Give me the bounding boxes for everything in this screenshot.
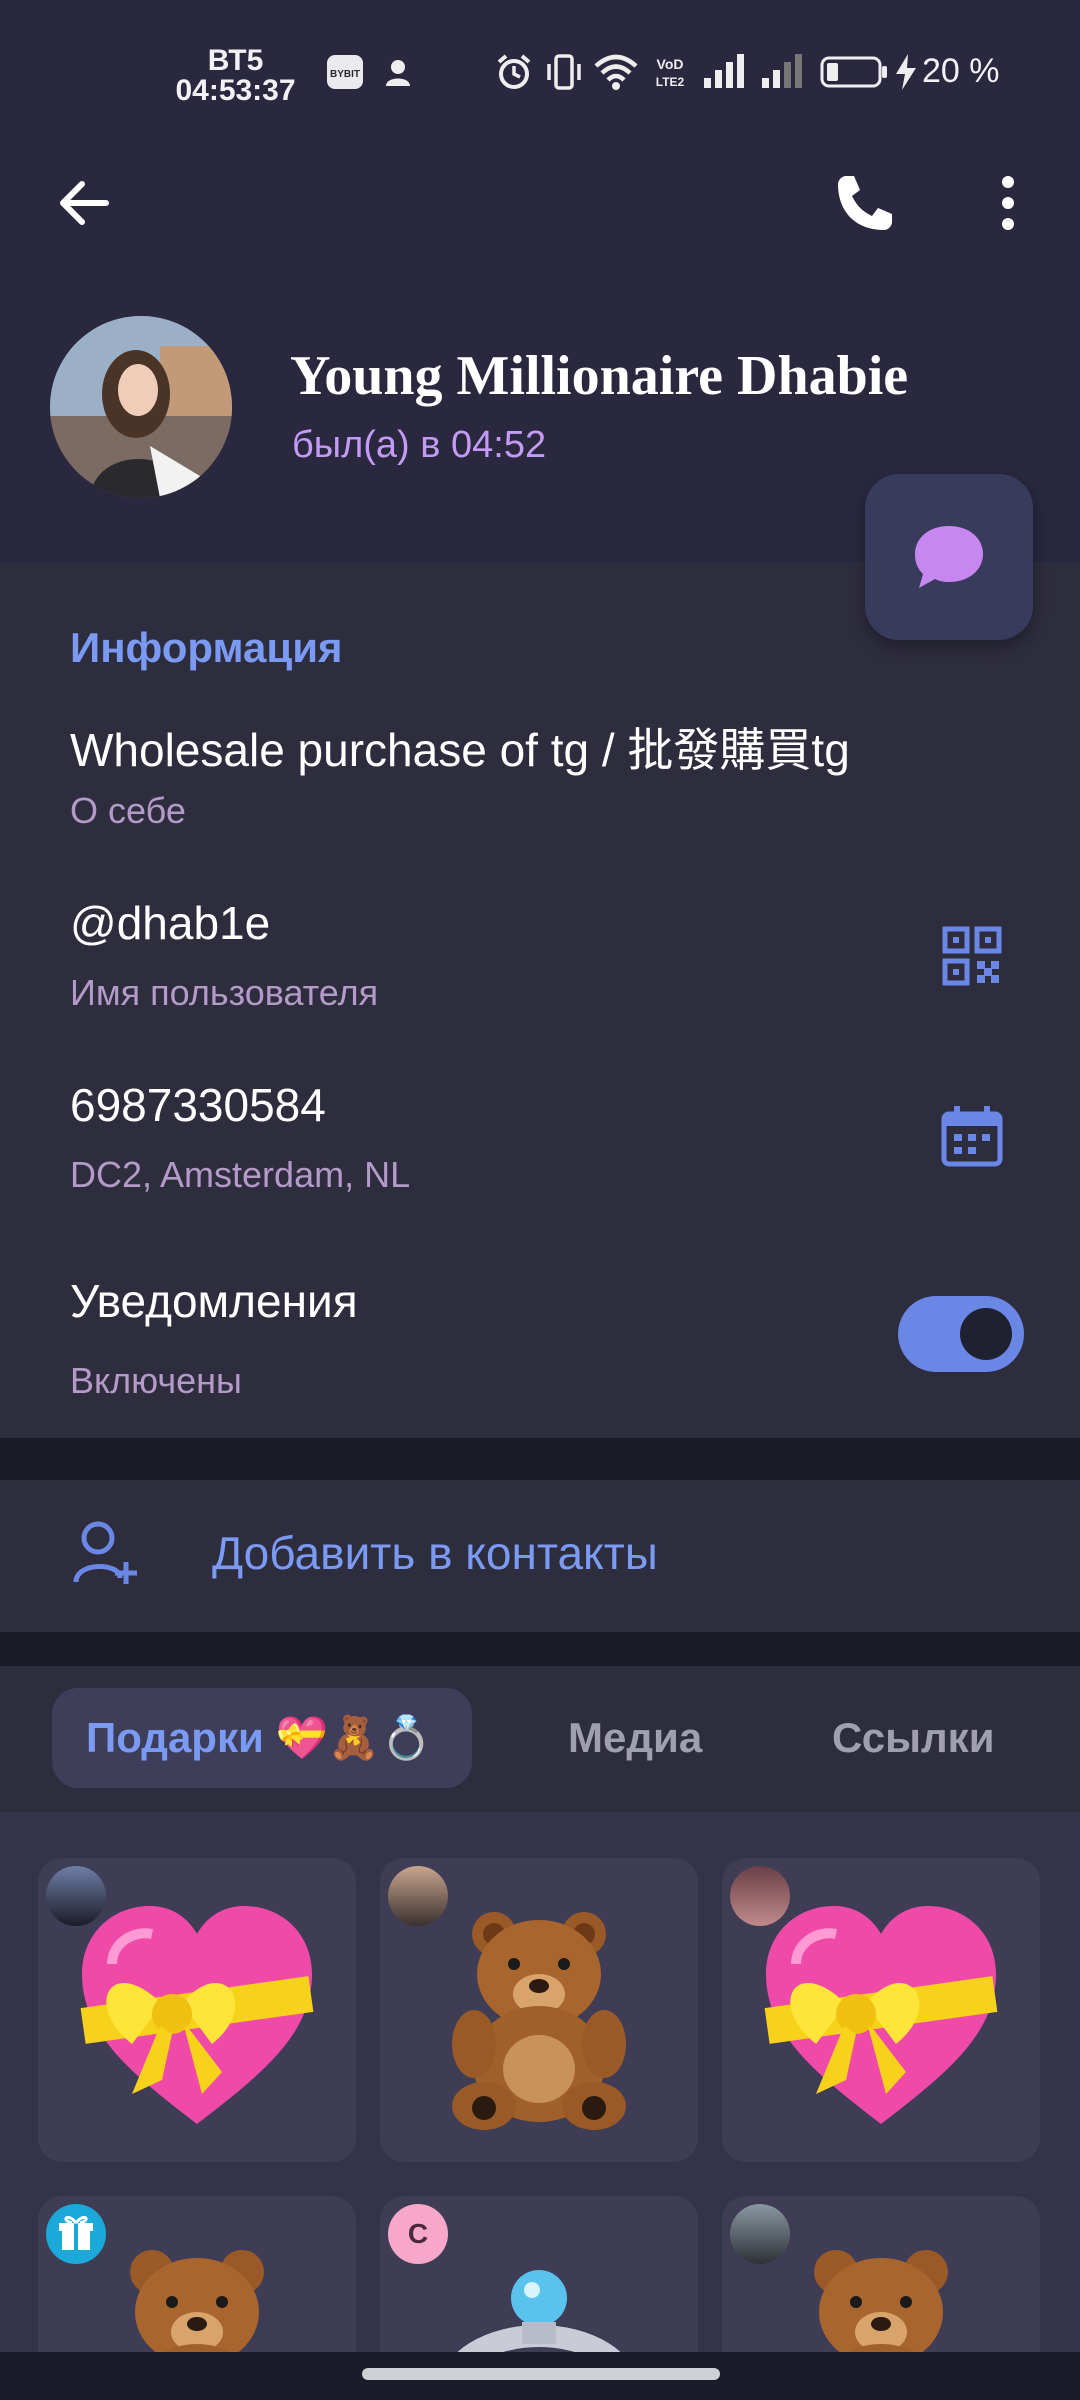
notifications-toggle[interactable] — [898, 1296, 1024, 1372]
back-arrow-icon[interactable] — [52, 172, 114, 234]
teddy-bear-sticker — [814, 2250, 948, 2352]
last-seen-status: был(а) в 04:52 — [292, 424, 547, 466]
alarm-icon — [497, 54, 531, 89]
signal-icon-2 — [762, 54, 802, 88]
bybit-app-icon: BYBIT — [327, 55, 363, 89]
toggle-knob — [960, 1308, 1012, 1360]
gift-card[interactable]: C — [380, 2196, 698, 2352]
profile-tabs: Подарки 💝🧸💍 Медиа Ссылки — [0, 1666, 1080, 1812]
battery-icon — [820, 56, 887, 88]
gift-card[interactable] — [38, 1858, 356, 2162]
status-day: ВТ5 — [207, 44, 264, 77]
teddy-bear-sticker — [130, 2250, 264, 2352]
gifts-grid: C — [0, 1812, 1080, 2352]
divider — [0, 1632, 1080, 1666]
person-icon — [386, 60, 410, 86]
vibrate-icon — [547, 54, 581, 90]
info-section-title: Информация — [70, 624, 343, 671]
calendar-icon[interactable] — [940, 1104, 1004, 1168]
svg-text:VoD: VoD — [657, 56, 684, 72]
status-time: 04:53:37 — [175, 74, 296, 107]
status-clock: ВТ5 04:53:37 — [168, 46, 303, 106]
divider — [0, 1438, 1080, 1480]
heart-with-ribbon-sticker — [764, 1906, 998, 2124]
add-to-contacts-label: Добавить в контакты — [212, 1527, 658, 1579]
phone-call-icon[interactable] — [828, 168, 900, 240]
ring-sticker — [457, 2270, 621, 2352]
wifi-icon — [594, 54, 638, 90]
tab-gifts-label: Подарки 💝🧸💍 — [86, 1714, 433, 1761]
notifications-state: Включены — [70, 1360, 242, 1401]
status-bar: ВТ5 04:53:37 BYBIT VoD LTE2 20 % — [0, 0, 1080, 140]
gift-card[interactable] — [722, 2196, 1040, 2352]
more-options-icon[interactable] — [990, 172, 1026, 234]
qr-code-icon[interactable] — [942, 926, 1002, 986]
bio-label: О себе — [70, 790, 186, 831]
bio-text[interactable]: Wholesale purchase of tg / 批發購買tg — [70, 714, 850, 780]
gift-card[interactable] — [722, 1858, 1040, 2162]
avatar[interactable] — [50, 316, 232, 498]
svg-text:BYBIT: BYBIT — [330, 69, 360, 80]
battery-percent: 20 % — [922, 52, 1000, 90]
username-label: Имя пользователя — [70, 972, 379, 1013]
add-person-icon — [73, 1521, 137, 1584]
dc-location-label: DC2, Amsterdam, NL — [70, 1154, 411, 1195]
add-to-contacts-row[interactable]: Добавить в контакты — [0, 1480, 1080, 1632]
gift-card[interactable] — [38, 2196, 356, 2352]
message-fab-button[interactable] — [865, 474, 1033, 640]
tab-gifts[interactable]: Подарки 💝🧸💍 — [52, 1688, 472, 1788]
tab-media[interactable]: Медиа — [568, 1714, 702, 1762]
volte-icon: VoD LTE2 — [656, 56, 685, 89]
heart-with-ribbon-sticker — [80, 1906, 314, 2124]
chat-bubble-icon — [915, 526, 983, 588]
user-id-value[interactable]: 6987330584 — [70, 1078, 326, 1132]
gift-card[interactable] — [380, 1858, 698, 2162]
profile-name: Young Millionaire Dhabie — [290, 345, 909, 407]
username-value[interactable]: @dhab1e — [70, 896, 270, 950]
notifications-title[interactable]: Уведомления — [70, 1274, 358, 1328]
tab-links[interactable]: Ссылки — [832, 1714, 995, 1762]
charging-icon — [896, 54, 916, 90]
svg-text:LTE2: LTE2 — [656, 75, 685, 89]
home-indicator[interactable] — [362, 2368, 720, 2380]
signal-icon — [704, 54, 744, 88]
teddy-bear-sticker — [452, 1912, 626, 2130]
